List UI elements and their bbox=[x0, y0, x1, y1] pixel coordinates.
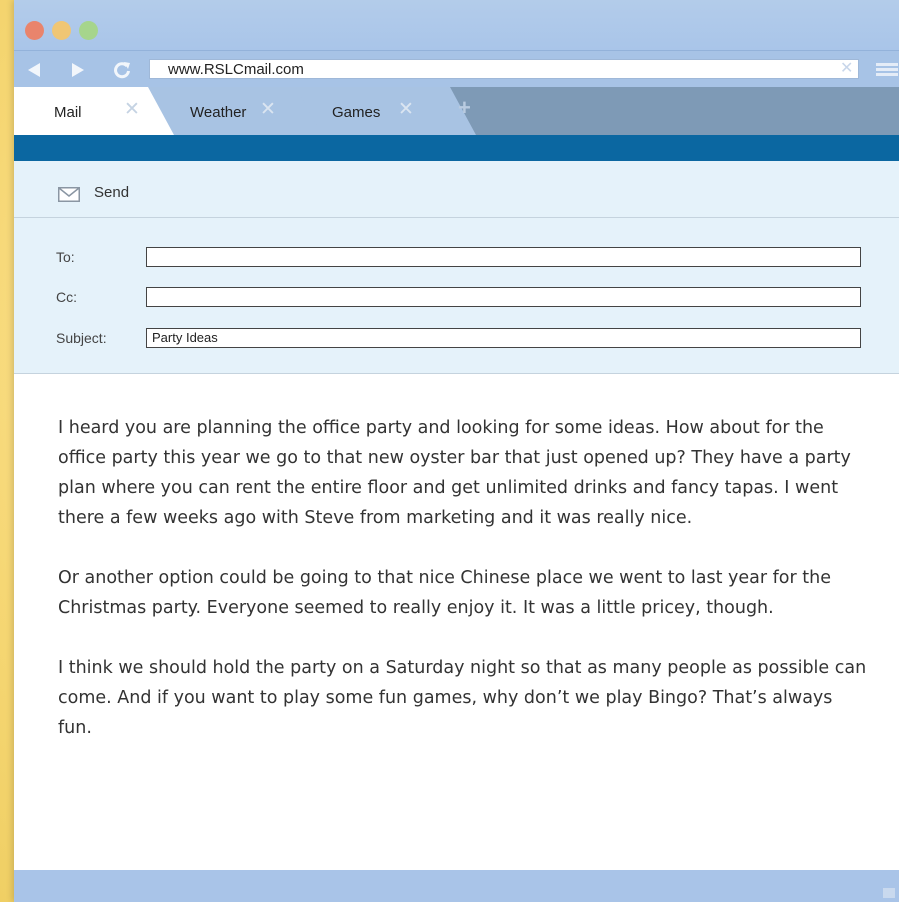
refresh-icon bbox=[114, 61, 130, 78]
plus-icon[interactable]: + bbox=[458, 95, 471, 121]
close-icon[interactable]: ✕ bbox=[398, 98, 414, 121]
compose-toolbar: Send bbox=[14, 161, 899, 218]
close-window-button[interactable] bbox=[25, 21, 44, 40]
body-paragraph: I heard you are planning the office part… bbox=[58, 418, 851, 528]
minimize-window-button[interactable] bbox=[52, 21, 71, 40]
tab-label: Games bbox=[332, 104, 381, 121]
body-paragraph: Or another option could be going to that… bbox=[58, 568, 831, 618]
to-field[interactable] bbox=[146, 247, 861, 267]
close-icon[interactable]: ✕ bbox=[124, 98, 140, 121]
to-label: To: bbox=[56, 249, 75, 265]
cc-label: Cc: bbox=[56, 289, 77, 305]
tab-mail[interactable]: Mail ✕ bbox=[14, 87, 174, 135]
cc-field[interactable] bbox=[146, 287, 861, 307]
message-body[interactable]: I heard you are planning the office part… bbox=[58, 413, 868, 773]
close-icon[interactable]: ✕ bbox=[840, 60, 853, 78]
back-button[interactable] bbox=[20, 51, 48, 88]
tab-strip: Games ✕ Weather ✕ Mail ✕ + bbox=[14, 87, 899, 135]
resize-handle[interactable] bbox=[883, 888, 895, 898]
status-bar bbox=[14, 870, 899, 902]
forward-button[interactable] bbox=[64, 51, 92, 88]
browser-window: www.RSLCmail.com ✕ Games ✕ Weather ✕ Mai… bbox=[14, 0, 899, 902]
navigation-bar: www.RSLCmail.com ✕ bbox=[14, 50, 899, 88]
subject-label: Subject: bbox=[56, 330, 107, 346]
send-label: Send bbox=[94, 184, 130, 201]
title-bar bbox=[14, 0, 899, 50]
subject-field[interactable]: Party Ideas bbox=[146, 328, 861, 348]
body-paragraph: I think we should hold the party on a Sa… bbox=[58, 658, 867, 738]
envelope-icon bbox=[58, 187, 80, 202]
address-bar[interactable]: www.RSLCmail.com bbox=[149, 59, 859, 79]
back-arrow-icon bbox=[28, 62, 40, 77]
tab-label: Mail bbox=[54, 104, 82, 121]
compose-header: Send To: Cc: Subject: Party Ideas bbox=[14, 161, 899, 374]
accent-band bbox=[14, 135, 899, 161]
menu-icon[interactable] bbox=[876, 63, 898, 77]
forward-arrow-icon bbox=[72, 62, 84, 77]
close-icon[interactable]: ✕ bbox=[260, 98, 276, 121]
tab-label: Weather bbox=[190, 104, 247, 121]
divider bbox=[14, 373, 899, 374]
maximize-window-button[interactable] bbox=[79, 21, 98, 40]
refresh-button[interactable] bbox=[108, 51, 136, 88]
url-text: www.RSLCmail.com bbox=[168, 61, 304, 78]
